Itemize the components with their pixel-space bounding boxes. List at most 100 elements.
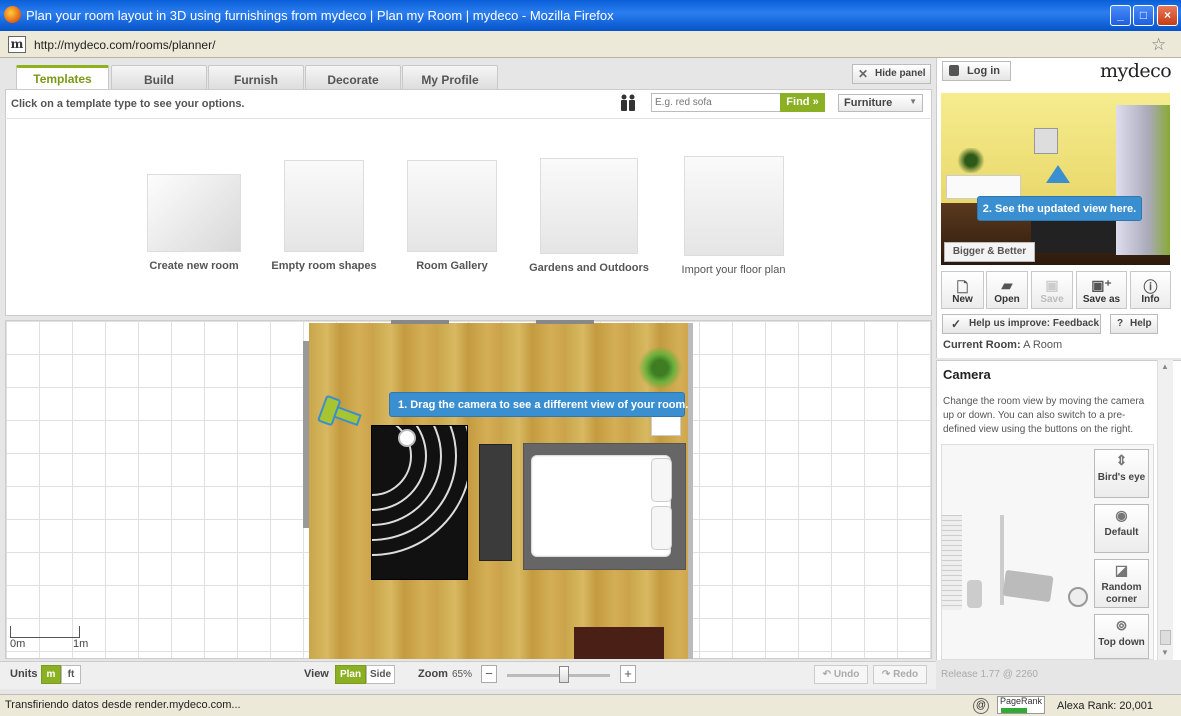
category-value: Furniture	[844, 97, 893, 109]
template-label: Create new room	[149, 260, 239, 272]
template-thumbnail	[407, 160, 497, 252]
random-corner-button[interactable]: ◪ Random corner	[1094, 559, 1149, 608]
open-label: Open	[994, 294, 1020, 305]
camera-title: Camera	[943, 367, 991, 382]
undo-label: Undo	[833, 669, 860, 680]
birds-eye-label: Bird's eye	[1097, 472, 1146, 483]
tab-build[interactable]: Build	[111, 65, 207, 90]
camera-target-handle[interactable]	[398, 429, 416, 447]
new-button[interactable]: 🗋 New	[941, 271, 984, 309]
3d-view-tooltip: 2. See the updated view here.	[977, 196, 1142, 221]
templates-hint: Click on a template type to see your opt…	[11, 98, 245, 110]
birds-eye-icon: ⇕	[1115, 452, 1128, 468]
minimize-button[interactable]: _	[1110, 5, 1131, 26]
people-icon[interactable]	[619, 94, 637, 117]
view-plan-button[interactable]: Plan	[335, 665, 366, 684]
rug[interactable]	[371, 425, 468, 580]
feedback-button[interactable]: ✓ Help us improve: Feedback	[942, 314, 1101, 334]
url-field[interactable]: http://mydeco.com/rooms/planner/	[34, 38, 215, 52]
zoom-slider-thumb[interactable]	[559, 666, 569, 683]
desk[interactable]	[574, 627, 664, 659]
zoom-label: Zoom	[418, 668, 448, 680]
template-import-floor-plan[interactable]: Import your floor plan	[671, 156, 796, 291]
double-chevron-icon: »	[812, 96, 819, 108]
template-empty-room-shapes[interactable]: Empty room shapes	[266, 160, 382, 295]
info-icon: ⓘ	[1143, 279, 1158, 295]
info-button[interactable]: ⓘ Info	[1130, 271, 1171, 309]
template-label: Empty room shapes	[271, 260, 377, 272]
scale-bar	[10, 626, 80, 638]
redo-label: Redo	[893, 669, 919, 680]
search-input[interactable]	[651, 93, 781, 112]
current-room: Current Room: A Room	[943, 339, 1062, 351]
zoom-in-button[interactable]: +	[620, 665, 636, 683]
top-down-label: Top down	[1098, 637, 1145, 648]
undo-button[interactable]: ↶ Undo	[814, 665, 868, 684]
pagerank-widget[interactable]: PageRank	[997, 696, 1045, 714]
tab-templates[interactable]: Templates	[16, 65, 109, 90]
window-titlebar: Plan your room layout in 3D using furnis…	[0, 0, 1181, 31]
save-button[interactable]: ▣ Save	[1031, 271, 1073, 309]
checkmark-icon: ✓	[951, 317, 962, 331]
firefox-logo-icon	[4, 6, 21, 23]
scroll-down-icon[interactable]: ▼	[1161, 648, 1169, 657]
redo-icon: ↷	[881, 669, 891, 680]
unit-meters-button[interactable]: m	[41, 665, 61, 684]
bookmark-star-icon[interactable]: ☆	[1151, 35, 1166, 55]
alexa-rank: Alexa Rank: 20,001	[1057, 700, 1154, 712]
save-as-label: Save as	[1082, 294, 1121, 305]
default-view-button[interactable]: ◉ Default	[1094, 504, 1149, 553]
maximize-button[interactable]: □	[1133, 5, 1154, 26]
camera-description: Change the room view by moving the camer…	[943, 396, 1145, 435]
divider	[5, 118, 932, 119]
view-side-button[interactable]: Side	[366, 665, 395, 684]
close-button[interactable]: ×	[1157, 5, 1178, 26]
hide-panel-label: Hide panel	[875, 68, 926, 79]
tab-decorate[interactable]: Decorate	[305, 65, 401, 90]
camera-icon[interactable]	[316, 393, 362, 433]
bed[interactable]	[523, 443, 686, 570]
template-thumbnail	[540, 158, 638, 254]
eye-icon: ◉	[1115, 507, 1128, 523]
mydeco-logo[interactable]: mydeco	[1100, 60, 1172, 82]
view-label: View	[304, 668, 329, 680]
open-folder-icon: ▰	[1001, 277, 1013, 293]
browser-statusbar: Transfiriendo datos desde render.mydeco.…	[0, 694, 1181, 716]
find-button[interactable]: Find »	[780, 93, 825, 112]
category-select[interactable]: Furniture ▼	[838, 94, 923, 112]
unit-feet-button[interactable]: ft	[61, 665, 81, 684]
plant[interactable]	[638, 346, 682, 390]
save-as-icon: ▣⁺	[1091, 277, 1112, 293]
question-icon: ?	[1117, 318, 1124, 329]
login-button[interactable]: Log in	[942, 61, 1011, 81]
camera-panel-scrollbar[interactable]: ▲ ▼	[1157, 360, 1173, 660]
tab-furnish[interactable]: Furnish	[208, 65, 304, 90]
birds-eye-button[interactable]: ⇕ Bird's eye	[1094, 449, 1149, 498]
addon-icon[interactable]: @	[973, 698, 989, 714]
save-as-button[interactable]: ▣⁺ Save as	[1076, 271, 1127, 309]
hide-panel-button[interactable]: ✕ Hide panel	[852, 64, 931, 84]
scrollbar-thumb[interactable]	[1160, 630, 1171, 645]
address-bar: m http://mydeco.com/rooms/planner/ ☆	[0, 31, 1181, 58]
top-down-button[interactable]: ⊚ Top down	[1094, 614, 1149, 659]
bigger-better-button[interactable]: Bigger & Better	[944, 242, 1035, 262]
help-button[interactable]: ? Help	[1110, 314, 1158, 334]
redo-button[interactable]: ↷ Redo	[873, 665, 927, 684]
tab-my-profile[interactable]: My Profile	[402, 65, 498, 90]
scroll-up-icon[interactable]: ▲	[1161, 362, 1169, 371]
template-gardens-outdoors[interactable]: Gardens and Outdoors	[524, 158, 654, 293]
scale-start-label: 0m	[10, 638, 26, 650]
random-corner-label: Random corner	[1101, 582, 1142, 605]
close-x-icon: ✕	[858, 67, 869, 81]
zoom-value: 65%	[452, 669, 473, 680]
site-favicon-icon: m	[8, 36, 26, 53]
open-button[interactable]: ▰ Open	[986, 271, 1028, 309]
save-icon: ▣	[1045, 277, 1059, 293]
template-create-new-room[interactable]: Create new room	[136, 160, 252, 295]
cabinet[interactable]	[479, 444, 512, 561]
template-room-gallery[interactable]: Room Gallery	[394, 160, 510, 295]
default-label: Default	[1104, 527, 1139, 538]
wall-left	[303, 341, 309, 528]
zoom-out-button[interactable]: −	[481, 665, 497, 683]
feedback-label: Help us improve: Feedback	[969, 318, 1100, 329]
